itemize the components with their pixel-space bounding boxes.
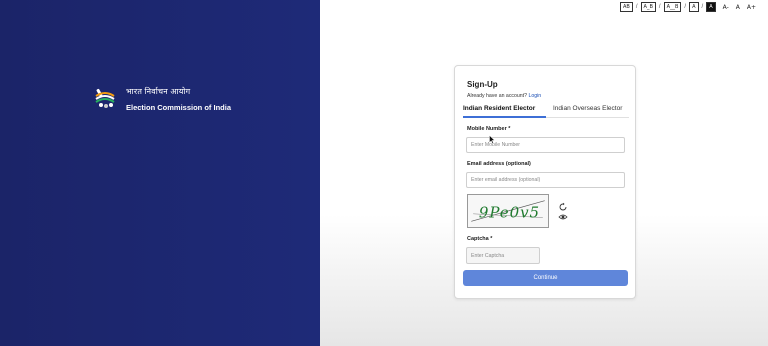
font-normal-button[interactable]: A (736, 4, 740, 11)
continue-button[interactable]: Continue (463, 270, 628, 286)
login-link[interactable]: Login (528, 93, 541, 99)
brand-hindi-name: भारत निर्वाचन आयोग (126, 87, 191, 96)
mobile-label: Mobile Number * (467, 126, 511, 132)
eci-brand: भारत निर्वाचन आयोग Election Commission o… (92, 86, 231, 112)
contrast-option-a-b[interactable]: A_B (640, 2, 656, 12)
contrast-option-a--b[interactable]: A__B (663, 2, 682, 12)
audio-captcha-icon[interactable] (558, 212, 568, 222)
email-label: Email address (optional) (467, 161, 531, 167)
account-prompt: Already have an account? Login (467, 93, 541, 99)
font-decrease-button[interactable]: A- (723, 4, 729, 11)
captcha-text: 9Pe0v5 (479, 204, 540, 222)
tab-overseas-elector[interactable]: Indian Overseas Elector (553, 105, 622, 116)
theme-light-button[interactable]: A (689, 2, 699, 12)
brand-english-name: Election Commission of India (126, 103, 232, 112)
elector-tabs: Indian Resident Elector Indian Overseas … (463, 104, 629, 118)
branding-panel: भारत निर्वाचन आयोग Election Commission o… (0, 0, 320, 346)
captcha-image: 9Pe0v5 (467, 194, 549, 228)
contrast-option-ab[interactable]: AB (620, 2, 633, 12)
mouse-cursor-icon (489, 135, 495, 144)
captcha-input[interactable]: Enter Captcha (466, 247, 540, 264)
captcha-label: Captcha * (467, 236, 493, 242)
theme-dark-button[interactable]: A (706, 2, 716, 12)
signup-title: Sign-Up (467, 80, 498, 89)
email-input[interactable]: Enter email address (optional) (466, 172, 625, 188)
refresh-captcha-icon[interactable] (558, 202, 568, 212)
eci-logo-icon (95, 88, 115, 108)
tab-resident-elector[interactable]: Indian Resident Elector (463, 105, 546, 118)
accessibility-toolbar: AB / A_B / A__B / A / A A- A A+ (620, 2, 756, 12)
signup-card: Sign-Up Already have an account? Login I… (454, 65, 636, 299)
font-increase-button[interactable]: A+ (747, 4, 756, 11)
account-prompt-text: Already have an account? (467, 93, 527, 99)
